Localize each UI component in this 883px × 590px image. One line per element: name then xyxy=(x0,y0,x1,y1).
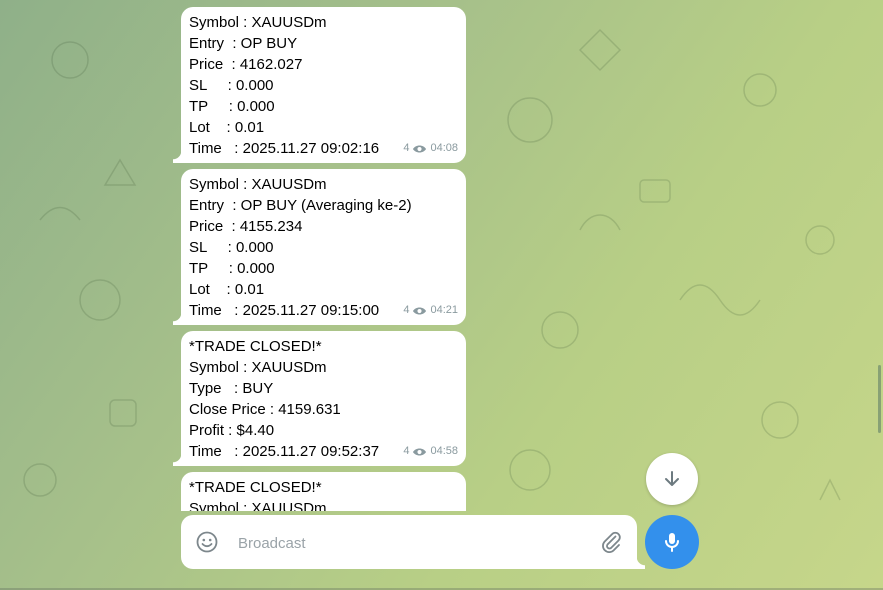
message-line: Lot : 0.01 xyxy=(189,119,265,136)
message-meta: 4 04:58 xyxy=(403,441,458,462)
arrow-down-icon xyxy=(665,471,679,486)
message-composer xyxy=(181,515,645,569)
message-line: Price : 4155.234 xyxy=(189,218,303,235)
message-line: Entry : OP BUY (Averaging ke-2) xyxy=(189,197,412,214)
message-line: SL : 0.000 xyxy=(189,77,274,94)
message-time: 04:08 xyxy=(430,142,458,154)
message-line: Symbol : XAUUSDm xyxy=(189,176,327,193)
voice-record-button[interactable] xyxy=(645,515,699,569)
view-count: 4 xyxy=(403,304,410,316)
scroll-down-button[interactable] xyxy=(646,453,698,505)
message-line: Symbol : XAUUSDm xyxy=(189,359,327,376)
eye-icon xyxy=(413,144,427,153)
message-line: Symbol : XAUUSDm xyxy=(189,14,327,31)
message-meta: 4 04:08 xyxy=(403,138,458,159)
message-line: Profit : $4.40 xyxy=(189,422,275,439)
eye-icon xyxy=(413,447,427,456)
message-bubble[interactable]: *TRADE CLOSED!* Symbol : XAUUSDm Type : … xyxy=(173,331,466,466)
message-line: TP : 0.000 xyxy=(189,260,275,277)
message-bubble[interactable]: *TRADE CLOSED!* Symbol : XAUUSDm xyxy=(181,472,466,511)
message-line: TP : 0.000 xyxy=(189,98,275,115)
message-meta: 4 04:21 xyxy=(403,300,458,321)
message-bubble[interactable]: Symbol : XAUUSDm Entry : OP BUY Price : … xyxy=(173,7,466,163)
message-line: Symbol : XAUUSDm xyxy=(189,500,327,511)
scrollbar-thumb[interactable] xyxy=(878,365,881,433)
message-bubble[interactable]: Symbol : XAUUSDm Entry : OP BUY (Averagi… xyxy=(173,169,466,325)
microphone-icon xyxy=(665,533,679,552)
message-line: *TRADE CLOSED!* xyxy=(189,479,322,496)
message-input[interactable] xyxy=(236,528,580,558)
message-line: Price : 4162.027 xyxy=(189,56,303,73)
message-time: 04:21 xyxy=(430,304,458,316)
message-line: Lot : 0.01 xyxy=(189,281,265,298)
message-list[interactable]: Symbol : XAUUSDm Entry : OP BUY Price : … xyxy=(0,0,883,511)
paperclip-icon[interactable] xyxy=(599,530,623,554)
message-line: Close Price : 4159.631 xyxy=(189,401,341,418)
message-line: SL : 0.000 xyxy=(189,239,274,256)
message-line: Type : BUY xyxy=(189,380,274,397)
message-line: *TRADE CLOSED!* xyxy=(189,338,322,355)
view-count: 4 xyxy=(403,142,410,154)
view-count: 4 xyxy=(403,445,410,457)
message-time: 04:58 xyxy=(430,445,458,457)
smile-icon[interactable] xyxy=(195,530,219,554)
eye-icon xyxy=(413,306,427,315)
message-line: Entry : OP BUY xyxy=(189,35,298,52)
